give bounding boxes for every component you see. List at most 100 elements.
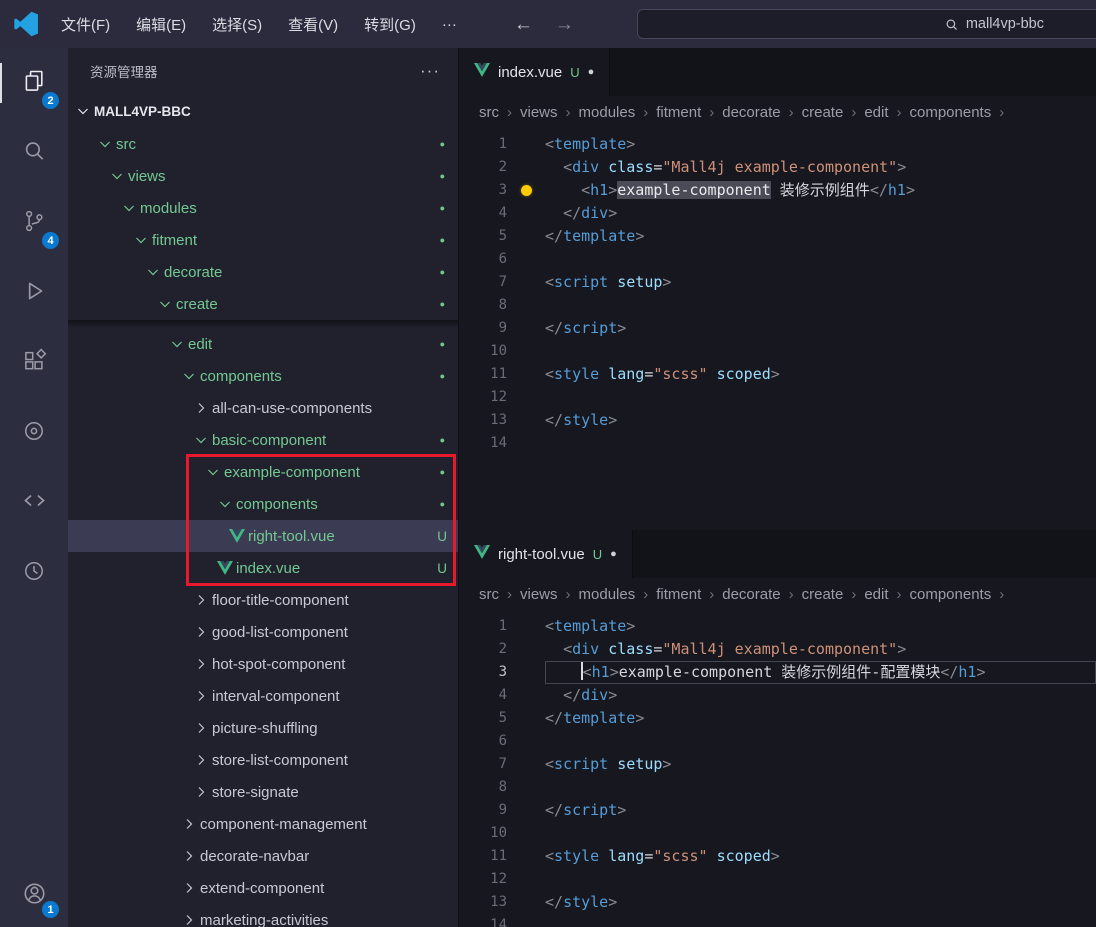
code-line-8[interactable]: 8: [459, 294, 1096, 317]
activitybar-source-control[interactable]: 4: [0, 188, 68, 258]
activitybar-search[interactable]: [0, 118, 68, 188]
menu-selection[interactable]: 选择(S): [199, 9, 275, 40]
breadcrumb-item[interactable]: create: [802, 586, 844, 603]
code-line-13[interactable]: 13</style>: [459, 409, 1096, 432]
tree-item-floor-title-component[interactable]: floor-title-component: [68, 584, 458, 616]
code-line-11[interactable]: 11<style lang="scss" scoped>: [459, 845, 1096, 868]
tree-item-marketing-activities[interactable]: marketing-activities: [68, 904, 458, 927]
breadcrumb-item[interactable]: fitment: [656, 104, 701, 121]
lightbulb-icon[interactable]: [507, 179, 545, 202]
code-line-2[interactable]: 2 <div class="Mall4j example-component">: [459, 156, 1096, 179]
code-line-1[interactable]: 1<template>: [459, 133, 1096, 156]
code-line-10[interactable]: 10: [459, 822, 1096, 845]
tree-item-src[interactable]: src●: [68, 128, 458, 160]
activitybar-code-tags[interactable]: [0, 468, 68, 538]
menu-file[interactable]: 文件(F): [48, 9, 123, 40]
breadcrumb-item[interactable]: src: [479, 586, 499, 603]
code-line-4[interactable]: 4 </div>: [459, 684, 1096, 707]
tree-item-interval-component[interactable]: interval-component: [68, 680, 458, 712]
explorer-sidebar: 资源管理器 ··· MALL4VP-BBC src●views●modules●…: [68, 48, 458, 927]
tree-item-extend-component[interactable]: extend-component: [68, 872, 458, 904]
tree-item-fitment[interactable]: fitment●: [68, 224, 458, 256]
code-line-1[interactable]: 1<template>: [459, 615, 1096, 638]
tree-item-components[interactable]: components●: [68, 488, 458, 520]
nav-forward-icon[interactable]: →: [555, 15, 574, 34]
code-line-7[interactable]: 7<script setup>: [459, 271, 1096, 294]
dirty-indicator-icon[interactable]: ●: [610, 548, 617, 560]
code-line-14[interactable]: 14: [459, 432, 1096, 455]
code-line-12[interactable]: 12: [459, 868, 1096, 891]
tree-item-all-can-use-components[interactable]: all-can-use-components: [68, 392, 458, 424]
tree-item-store-list-component[interactable]: store-list-component: [68, 744, 458, 776]
code-line-2[interactable]: 2 <div class="Mall4j example-component">: [459, 638, 1096, 661]
code-text: </style>: [545, 409, 1096, 432]
breadcrumb-item[interactable]: views: [520, 586, 558, 603]
code-line-4[interactable]: 4 </div>: [459, 202, 1096, 225]
nav-back-icon[interactable]: ←: [514, 15, 533, 34]
tab-index.vue[interactable]: index.vueU●: [459, 48, 610, 96]
code-line-12[interactable]: 12: [459, 386, 1096, 409]
breadcrumb-item[interactable]: components: [910, 586, 992, 603]
code-line-7[interactable]: 7<script setup>: [459, 753, 1096, 776]
sidebar-more-actions[interactable]: ···: [420, 61, 440, 81]
breadcrumb-item[interactable]: edit: [864, 586, 888, 603]
tab-git-status: U: [593, 547, 602, 562]
menu-view[interactable]: 查看(V): [275, 9, 351, 40]
breadcrumb-item[interactable]: src: [479, 104, 499, 121]
tree-item-component-management[interactable]: component-management: [68, 808, 458, 840]
tree-item-decorate-navbar[interactable]: decorate-navbar: [68, 840, 458, 872]
code-line-9[interactable]: 9</script>: [459, 317, 1096, 340]
code-line-8[interactable]: 8: [459, 776, 1096, 799]
dirty-indicator-icon[interactable]: ●: [588, 66, 595, 78]
tree-item-store-signate[interactable]: store-signate: [68, 776, 458, 808]
code-editor-bottom[interactable]: 1<template>2 <div class="Mall4j example-…: [459, 610, 1096, 927]
tree-item-example-component[interactable]: example-component●: [68, 456, 458, 488]
code-line-5[interactable]: 5</template>: [459, 707, 1096, 730]
code-line-3[interactable]: 3 <h1>example-component 装修示例组件-配置模块</h1>: [459, 661, 1096, 684]
code-line-14[interactable]: 14: [459, 914, 1096, 927]
workspace-section-header[interactable]: MALL4VP-BBC: [68, 94, 458, 128]
activitybar-run-debug[interactable]: [0, 258, 68, 328]
tree-item-decorate[interactable]: decorate●: [68, 256, 458, 288]
code-editor-top[interactable]: 1<template>2 <div class="Mall4j example-…: [459, 128, 1096, 530]
code-line-5[interactable]: 5</template>: [459, 225, 1096, 248]
code-line-9[interactable]: 9</script>: [459, 799, 1096, 822]
tree-item-edit[interactable]: edit●: [68, 328, 458, 360]
tree-item-views[interactable]: views●: [68, 160, 458, 192]
breadcrumb-item[interactable]: views: [520, 104, 558, 121]
menu-more[interactable]: ···: [429, 11, 470, 38]
command-center-search[interactable]: mall4vp-bbc: [637, 9, 1096, 39]
tree-item-create[interactable]: create●: [68, 288, 458, 320]
breadcrumb-item[interactable]: components: [910, 104, 992, 121]
activitybar-references[interactable]: [0, 398, 68, 468]
tab-right-tool.vue[interactable]: right-tool.vueU●: [459, 530, 633, 578]
code-line-6[interactable]: 6: [459, 730, 1096, 753]
activitybar-extensions[interactable]: [0, 328, 68, 398]
breadcrumb-item[interactable]: modules: [579, 104, 636, 121]
breadcrumb-item[interactable]: edit: [864, 104, 888, 121]
tree-item-basic-component[interactable]: basic-component●: [68, 424, 458, 456]
tree-item-hot-spot-component[interactable]: hot-spot-component: [68, 648, 458, 680]
tree-item-picture-shuffling[interactable]: picture-shuffling: [68, 712, 458, 744]
tree-item-index.vue[interactable]: index.vueU: [68, 552, 458, 584]
tree-item-good-list-component[interactable]: good-list-component: [68, 616, 458, 648]
breadcrumb-item[interactable]: create: [802, 104, 844, 121]
code-line-10[interactable]: 10: [459, 340, 1096, 363]
code-line-11[interactable]: 11<style lang="scss" scoped>: [459, 363, 1096, 386]
activitybar-clock[interactable]: [0, 538, 68, 608]
breadcrumb-item[interactable]: decorate: [722, 586, 780, 603]
breadcrumb-item[interactable]: fitment: [656, 586, 701, 603]
code-text: [545, 914, 1096, 927]
code-line-6[interactable]: 6: [459, 248, 1096, 271]
tree-item-modules[interactable]: modules●: [68, 192, 458, 224]
code-line-3[interactable]: 3 <h1>example-component 装修示例组件</h1>: [459, 179, 1096, 202]
menu-edit[interactable]: 编辑(E): [123, 9, 199, 40]
tree-item-components[interactable]: components●: [68, 360, 458, 392]
breadcrumb-item[interactable]: decorate: [722, 104, 780, 121]
code-line-13[interactable]: 13</style>: [459, 891, 1096, 914]
activitybar-explorer[interactable]: 2: [0, 48, 68, 118]
menu-goto[interactable]: 转到(G): [351, 9, 429, 40]
activitybar-accounts[interactable]: 1: [0, 865, 68, 927]
tree-item-right-tool.vue[interactable]: right-tool.vueU: [68, 520, 458, 552]
breadcrumb-item[interactable]: modules: [579, 586, 636, 603]
